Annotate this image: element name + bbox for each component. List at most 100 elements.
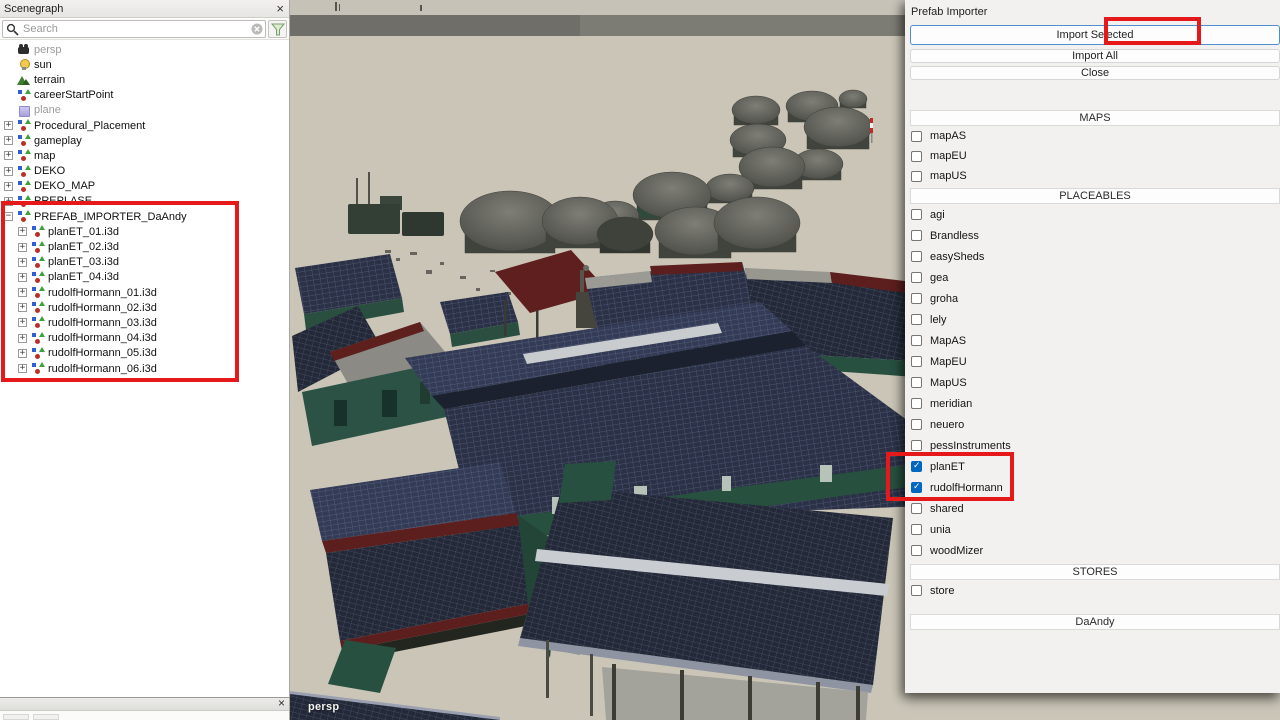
tree-item[interactable]: + rudolfHormann_05.i3d xyxy=(0,346,289,361)
expander-icon[interactable]: + xyxy=(4,121,13,130)
checkbox[interactable] xyxy=(911,524,922,535)
tree-item[interactable]: + rudolfHormann_01.i3d xyxy=(0,285,289,300)
node-type-icon xyxy=(31,362,44,375)
checkbox[interactable] xyxy=(911,482,922,493)
expander-icon[interactable]: + xyxy=(4,151,13,160)
expander-icon[interactable]: + xyxy=(4,197,13,206)
checkbox-row[interactable]: MapEU xyxy=(905,351,1280,372)
tree-item[interactable]: + DEKO xyxy=(0,164,289,179)
checkbox-row[interactable]: planET xyxy=(905,456,1280,477)
tree-item[interactable]: + planET_04.i3d xyxy=(0,270,289,285)
toolbar-button[interactable] xyxy=(33,714,59,720)
checkbox-row[interactable]: Brandless xyxy=(905,225,1280,246)
checkbox[interactable] xyxy=(911,398,922,409)
expander-icon[interactable]: + xyxy=(18,364,27,373)
checkbox-row[interactable]: mapAS xyxy=(905,126,1280,146)
tree-item[interactable]: + Procedural_Placement xyxy=(0,118,289,133)
tree-item[interactable]: + rudolfHormann_03.i3d xyxy=(0,315,289,330)
checkbox-row[interactable]: rudolfHormann xyxy=(905,477,1280,498)
checkbox[interactable] xyxy=(911,251,922,262)
checkbox-row[interactable]: groha xyxy=(905,288,1280,309)
checkbox-row[interactable]: easySheds xyxy=(905,246,1280,267)
tree-item[interactable]: careerStartPoint xyxy=(0,88,289,103)
checkbox[interactable] xyxy=(911,356,922,367)
node-type-icon xyxy=(17,43,30,56)
checkbox[interactable] xyxy=(911,585,922,596)
filter-button[interactable] xyxy=(268,20,287,38)
expander-icon[interactable]: + xyxy=(18,273,27,282)
tree-item[interactable]: sun xyxy=(0,57,289,72)
checkbox-row[interactable]: mapUS xyxy=(905,166,1280,186)
node-type-icon xyxy=(31,256,44,269)
import-all-button[interactable]: Import All xyxy=(910,49,1280,63)
tree-item[interactable]: + map xyxy=(0,148,289,163)
checkbox[interactable] xyxy=(911,230,922,241)
checkbox[interactable] xyxy=(911,419,922,430)
tree-item[interactable]: + DEKO_MAP xyxy=(0,179,289,194)
expander-icon[interactable]: + xyxy=(18,318,27,327)
tree-item[interactable]: + planET_02.i3d xyxy=(0,239,289,254)
checkbox[interactable] xyxy=(911,272,922,283)
checkbox[interactable] xyxy=(911,503,922,514)
checkbox-row[interactable]: agi xyxy=(905,204,1280,225)
expander-icon[interactable]: + xyxy=(4,167,13,176)
tree-item[interactable]: + rudolfHormann_06.i3d xyxy=(0,361,289,376)
tree-item-label: sun xyxy=(34,59,52,71)
checkbox-row[interactable]: shared xyxy=(905,498,1280,519)
scenegraph-title-bar: Scenegraph × xyxy=(0,0,289,18)
checkbox[interactable] xyxy=(911,440,922,451)
checkbox-row[interactable]: pessInstruments xyxy=(905,435,1280,456)
tree-item[interactable]: terrain xyxy=(0,72,289,87)
checkbox-label: rudolfHormann xyxy=(930,482,1003,494)
close-icon[interactable]: × xyxy=(276,1,284,17)
checkbox-row[interactable]: MapUS xyxy=(905,372,1280,393)
checkbox-row[interactable]: neuero xyxy=(905,414,1280,435)
checkbox-row[interactable]: MapAS xyxy=(905,330,1280,351)
close-button[interactable]: Close xyxy=(910,66,1280,80)
expander-icon[interactable]: + xyxy=(18,227,27,236)
expander-icon[interactable]: + xyxy=(4,182,13,191)
expander-icon[interactable]: − xyxy=(4,212,13,221)
clear-search-icon[interactable] xyxy=(251,23,263,35)
checkbox-row[interactable]: unia xyxy=(905,519,1280,540)
tree-item[interactable]: + PREPLASE xyxy=(0,194,289,209)
tree-item-label: PREFAB_IMPORTER_DaAndy xyxy=(34,211,187,223)
tree-item[interactable]: + rudolfHormann_04.i3d xyxy=(0,331,289,346)
checkbox[interactable] xyxy=(911,377,922,388)
checkbox-row[interactable]: woodMizer xyxy=(905,540,1280,561)
expander-icon[interactable]: + xyxy=(18,303,27,312)
tree-item[interactable]: + planET_01.i3d xyxy=(0,224,289,239)
expander-icon[interactable]: + xyxy=(18,243,27,252)
checkbox[interactable] xyxy=(911,461,922,472)
checkbox-row[interactable]: gea xyxy=(905,267,1280,288)
checkbox[interactable] xyxy=(911,209,922,220)
checkbox-row[interactable]: meridian xyxy=(905,393,1280,414)
checkbox-row[interactable]: store xyxy=(905,580,1280,601)
tree-item[interactable]: + planET_03.i3d xyxy=(0,255,289,270)
search-input[interactable] xyxy=(2,20,266,38)
checkbox[interactable] xyxy=(911,131,922,142)
tree-item[interactable]: plane xyxy=(0,103,289,118)
tree-item[interactable]: + rudolfHormann_02.i3d xyxy=(0,300,289,315)
checkbox[interactable] xyxy=(911,151,922,162)
tree-item[interactable]: persp xyxy=(0,42,289,57)
checkbox[interactable] xyxy=(911,335,922,346)
checkbox[interactable] xyxy=(911,171,922,182)
expander-icon[interactable]: + xyxy=(4,136,13,145)
import-selected-button[interactable]: Import Selected xyxy=(910,25,1280,45)
expander-icon[interactable]: + xyxy=(18,349,27,358)
expander-icon[interactable]: + xyxy=(18,288,27,297)
checkbox[interactable] xyxy=(911,545,922,556)
checkbox[interactable] xyxy=(911,314,922,325)
expander-icon[interactable]: + xyxy=(18,258,27,267)
expander-icon[interactable]: + xyxy=(18,334,27,343)
checkbox-row[interactable]: mapEU xyxy=(905,146,1280,166)
checkbox-row[interactable]: lely xyxy=(905,309,1280,330)
toolbar-button[interactable] xyxy=(3,714,29,720)
tree-item[interactable]: − PREFAB_IMPORTER_DaAndy xyxy=(0,209,289,224)
tree-item[interactable]: + gameplay xyxy=(0,133,289,148)
checkbox-label: lely xyxy=(930,314,947,326)
close-icon[interactable]: × xyxy=(278,695,285,711)
tree-item-label: planET_01.i3d xyxy=(48,226,119,238)
checkbox[interactable] xyxy=(911,293,922,304)
